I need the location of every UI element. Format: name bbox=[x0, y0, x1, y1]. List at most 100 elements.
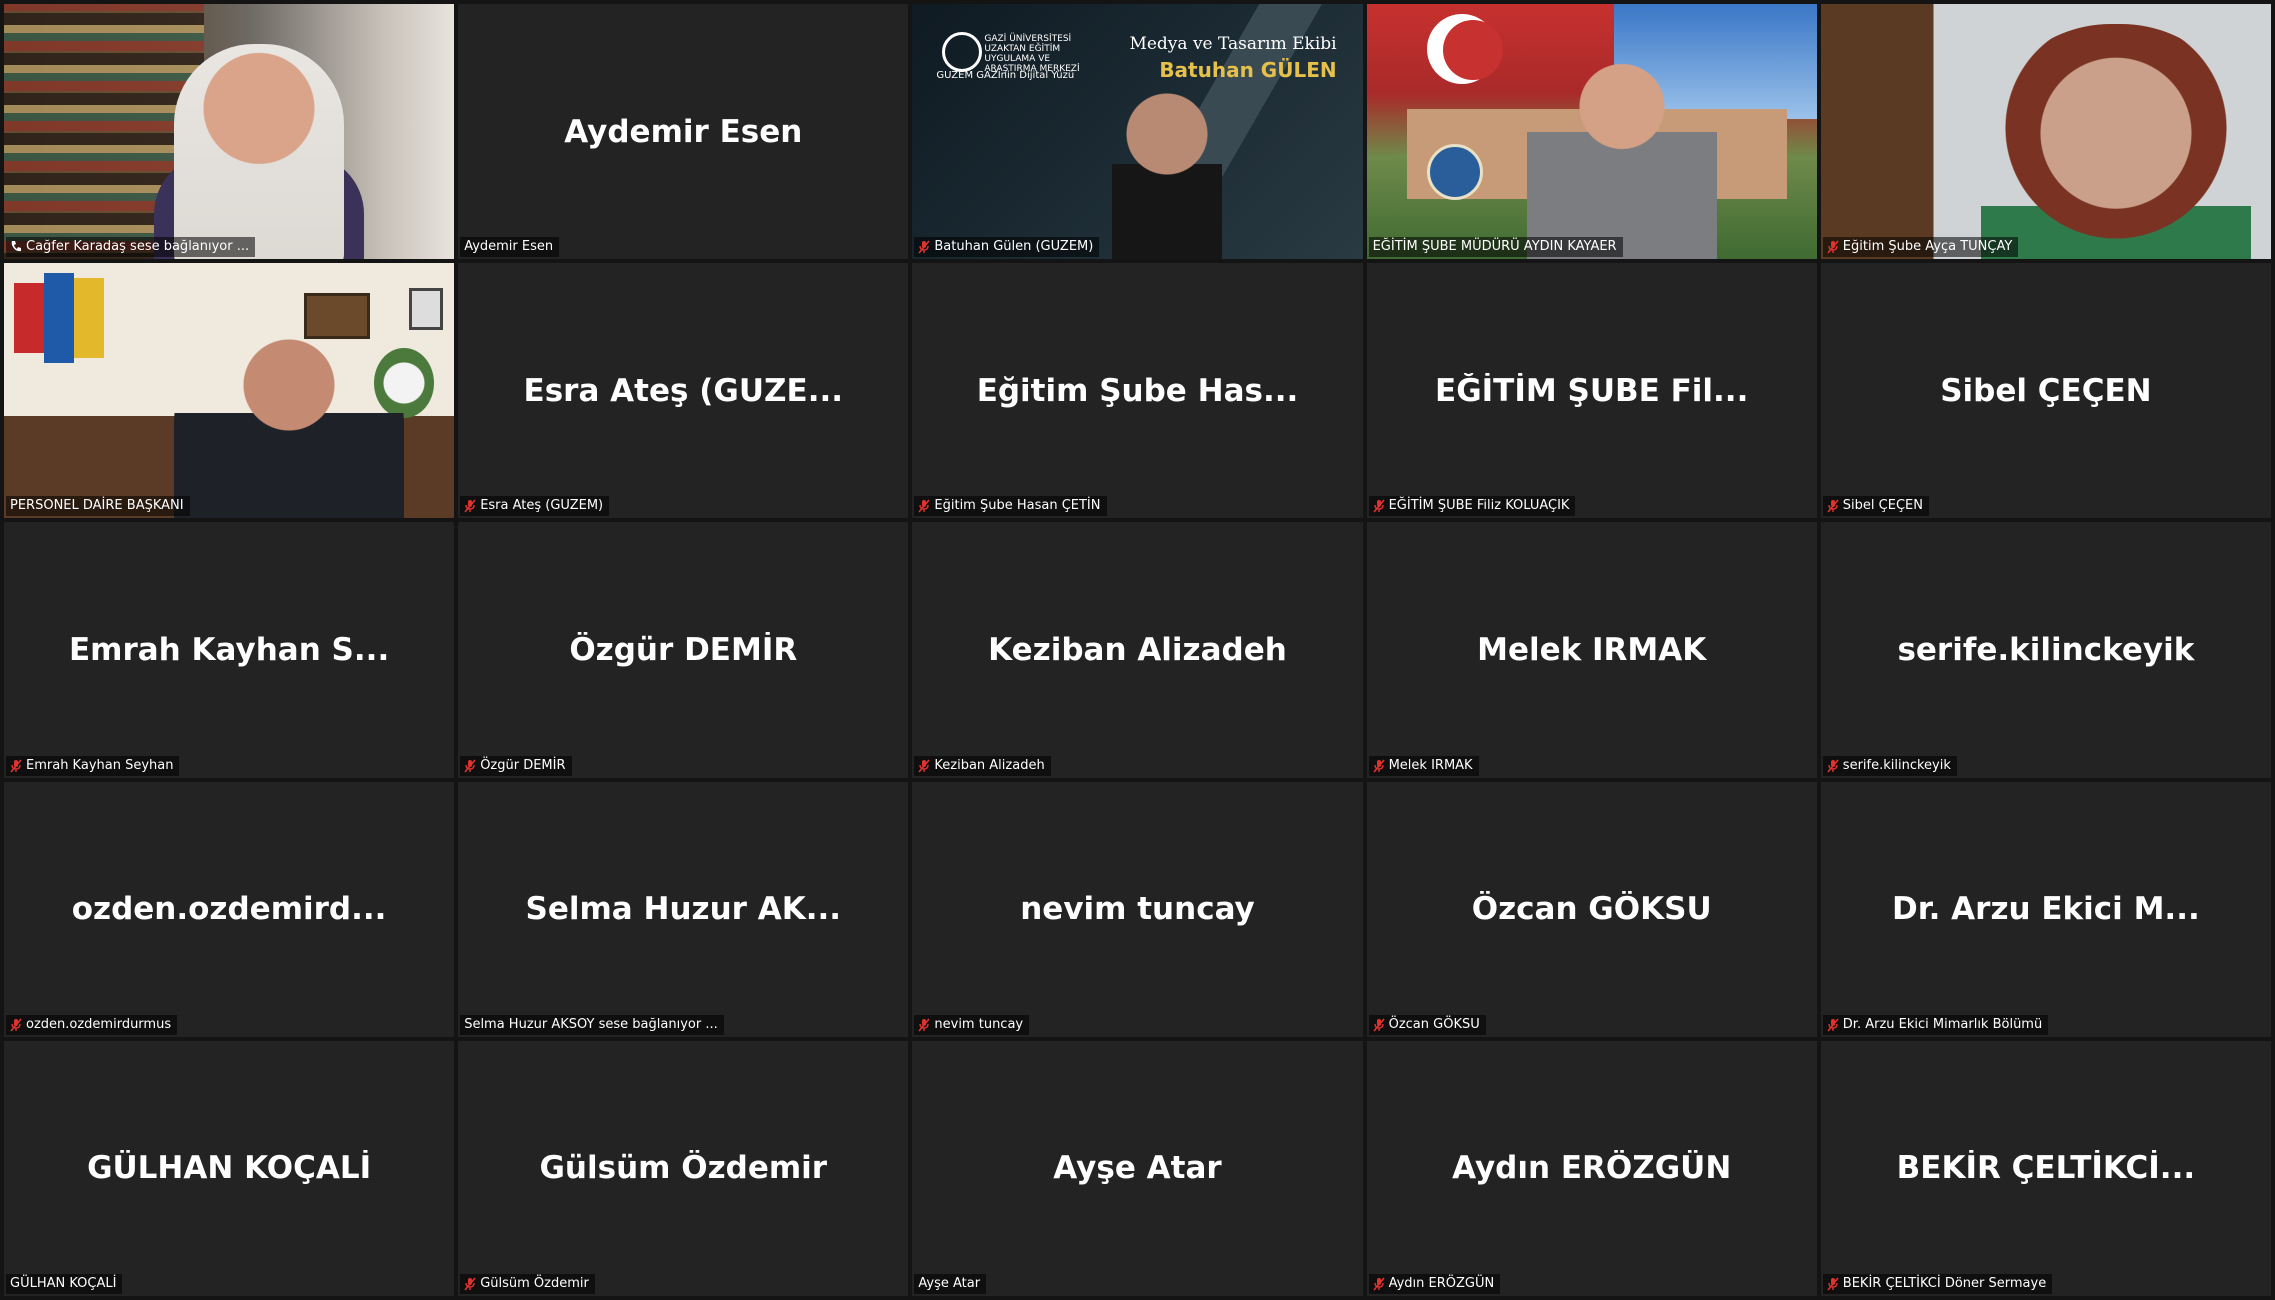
participant-tile[interactable]: Esra Ateş (GUZE... Esra Ateş (GUZEM) bbox=[458, 263, 909, 519]
participant-name-text: Eğitim Şube Hasan ÇETİN bbox=[934, 498, 1101, 514]
participant-name-label: Batuhan Gülen (GUZEM) bbox=[914, 237, 1100, 258]
participant-tile[interactable]: GAZİ ÜNİVERSİTESİ UZAKTAN EĞİTİM UYGULAM… bbox=[912, 4, 1363, 260]
participant-name-label: Sibel ÇEÇEN bbox=[1822, 496, 1929, 517]
participant-video bbox=[1820, 4, 2271, 260]
participant-display-name: Gülsüm Özdemir bbox=[539, 1150, 828, 1187]
participant-name-text: Ayşe Atar bbox=[918, 1275, 981, 1291]
participant-video: GAZİ ÜNİVERSİTESİ UZAKTAN EĞİTİM UYGULAM… bbox=[912, 4, 1363, 260]
participant-name-text: Sibel ÇEÇEN bbox=[1842, 498, 1923, 514]
participant-tile[interactable]: nevim tuncay nevim tuncay bbox=[912, 781, 1363, 1037]
participant-tile[interactable]: Aydın ERÖZGÜN Aydın ERÖZGÜN bbox=[1366, 1040, 1817, 1296]
microphone-muted-icon bbox=[1827, 1277, 1839, 1291]
participant-figure bbox=[1112, 74, 1223, 260]
participant-tile[interactable]: Aydemir Esen Aydemir Esen bbox=[458, 4, 909, 260]
participant-tile[interactable]: PERSONEL DAİRE BAŞKANI bbox=[4, 263, 455, 519]
participant-tile[interactable]: Ayşe Atar Ayşe Atar bbox=[912, 1040, 1363, 1296]
participant-figure bbox=[174, 44, 344, 260]
participant-figure bbox=[174, 333, 404, 519]
participant-name-text: GÜLHAN KOÇALİ bbox=[10, 1275, 117, 1291]
participant-name-label: serife.kilinckeyik bbox=[1822, 755, 1957, 776]
participant-name-label: Eğitim Şube Ayça TUNÇAY bbox=[1822, 237, 2019, 258]
microphone-muted-icon bbox=[10, 1018, 22, 1032]
participant-name-label: Keziban Alizadeh bbox=[914, 755, 1051, 776]
participant-name-text: Keziban Alizadeh bbox=[934, 757, 1045, 773]
participant-name-label: Gülsüm Özdemir bbox=[460, 1273, 595, 1294]
participant-display-name: ozden.ozdemird... bbox=[71, 891, 387, 928]
microphone-muted-icon bbox=[1827, 499, 1839, 513]
participant-display-name: Melek IRMAK bbox=[1477, 631, 1707, 668]
participant-name-text: Gülsüm Özdemir bbox=[480, 1275, 589, 1291]
microphone-muted-icon bbox=[1372, 1018, 1385, 1032]
microphone-muted-icon bbox=[464, 759, 476, 773]
participant-tile[interactable]: Gülsüm Özdemir Gülsüm Özdemir bbox=[458, 1040, 909, 1296]
participant-display-name: Emrah Kayhan S... bbox=[68, 631, 390, 668]
participant-tile[interactable]: Eğitim Şube Has... Eğitim Şube Hasan ÇET… bbox=[912, 263, 1363, 519]
flag-crescent bbox=[1426, 14, 1503, 84]
participant-display-name: EĞİTİM ŞUBE Fil... bbox=[1435, 372, 1749, 409]
participant-name-label: Aydemir Esen bbox=[460, 237, 560, 258]
participant-figure bbox=[1980, 24, 2251, 260]
participant-display-name: Aydın ERÖZGÜN bbox=[1452, 1150, 1732, 1187]
participant-name-text: Özcan GÖKSU bbox=[1388, 1016, 1480, 1032]
participant-tile[interactable]: EĞİTİM ŞUBE Fil... EĞİTİM ŞUBE Filiz KOL… bbox=[1366, 263, 1817, 519]
participant-name-text: Melek IRMAK bbox=[1388, 757, 1473, 773]
participant-tile[interactable]: GÜLHAN KOÇALİ GÜLHAN KOÇALİ bbox=[4, 1040, 455, 1296]
participant-tile[interactable]: Keziban Alizadeh Keziban Alizadeh bbox=[912, 522, 1363, 778]
participant-tile[interactable]: Cağfer Karadaş sese bağlanıyor ... bbox=[4, 4, 455, 260]
microphone-muted-icon bbox=[1372, 1277, 1385, 1291]
participant-display-name: Ayşe Atar bbox=[1053, 1150, 1222, 1187]
participant-video bbox=[4, 4, 455, 260]
participant-display-name: Aydemir Esen bbox=[564, 113, 803, 150]
participant-name-text: Selma Huzur AKSOY sese bağlanıyor ... bbox=[464, 1016, 718, 1032]
participant-tile[interactable]: Emrah Kayhan S... Emrah Kayhan Seyhan bbox=[4, 522, 455, 778]
participant-name-text: EĞİTİM ŞUBE Filiz KOLUAÇIK bbox=[1388, 498, 1570, 514]
participant-tile[interactable]: BEKİR ÇELTİKCİ... BEKİR ÇELTİKCİ Döner S… bbox=[1820, 1040, 2271, 1296]
participant-name-label: Aydın ERÖZGÜN bbox=[1368, 1273, 1501, 1294]
participant-name-text: PERSONEL DAİRE BAŞKANI bbox=[10, 498, 184, 514]
participant-name-text: nevim tuncay bbox=[934, 1016, 1024, 1032]
participant-name-label: nevim tuncay bbox=[914, 1014, 1030, 1035]
participant-name-text: Esra Ateş (GUZEM) bbox=[480, 498, 604, 514]
participant-name-text: Emrah Kayhan Seyhan bbox=[26, 757, 174, 773]
seal-icon bbox=[1426, 144, 1483, 200]
participant-name-label: Özcan GÖKSU bbox=[1368, 1014, 1486, 1035]
participant-name-text: BEKİR ÇELTİKCİ Döner Sermaye bbox=[1842, 1275, 2047, 1291]
participant-figure bbox=[1526, 49, 1717, 260]
participant-name-text: Cağfer Karadaş sese bağlanıyor ... bbox=[26, 239, 250, 255]
participant-name-label: Esra Ateş (GUZEM) bbox=[460, 496, 610, 517]
participant-tile[interactable]: Melek IRMAK Melek IRMAK bbox=[1366, 522, 1817, 778]
participant-display-name: BEKİR ÇELTİKCİ... bbox=[1896, 1150, 2196, 1187]
participant-name-text: Dr. Arzu Ekici Mimarlık Bölümü bbox=[1842, 1016, 2043, 1032]
participant-name-text: Aydın ERÖZGÜN bbox=[1388, 1275, 1495, 1291]
participant-name-label: EĞİTİM ŞUBE Filiz KOLUAÇIK bbox=[1368, 496, 1576, 517]
participant-display-name: Eğitim Şube Has... bbox=[976, 372, 1299, 409]
participant-tile[interactable]: Selma Huzur AK... Selma Huzur AKSOY sese… bbox=[458, 781, 909, 1037]
overlay-title-text: Medya ve Tasarım Ekibi bbox=[1129, 34, 1337, 54]
phone-connecting-icon bbox=[10, 240, 22, 254]
participant-name-text: Aydemir Esen bbox=[464, 239, 554, 255]
flag-background bbox=[44, 273, 74, 364]
participant-name-label: BEKİR ÇELTİKCİ Döner Sermaye bbox=[1822, 1273, 2053, 1294]
participant-display-name: GÜLHAN KOÇALİ bbox=[87, 1150, 372, 1187]
participant-tile[interactable]: Sibel ÇEÇEN Sibel ÇEÇEN bbox=[1820, 263, 2271, 519]
participant-display-name: Esra Ateş (GUZE... bbox=[523, 372, 844, 409]
microphone-muted-icon bbox=[918, 499, 931, 513]
participant-tile[interactable]: ozden.ozdemird... ozden.ozdemirdurmus bbox=[4, 781, 455, 1037]
participant-tile[interactable]: EĞİTİM ŞUBE MÜDÜRÜ AYDIN KAYAER bbox=[1366, 4, 1817, 260]
participant-name-label: Özgür DEMİR bbox=[460, 755, 572, 776]
participant-name-label: Melek IRMAK bbox=[1368, 755, 1479, 776]
participant-tile[interactable]: Eğitim Şube Ayça TUNÇAY bbox=[1820, 4, 2271, 260]
microphone-muted-icon bbox=[464, 1277, 476, 1291]
university-logo-icon bbox=[942, 32, 983, 72]
microphone-muted-icon bbox=[464, 499, 476, 513]
participant-name-label: Dr. Arzu Ekici Mimarlık Bölümü bbox=[1822, 1014, 2049, 1035]
participant-display-name: Keziban Alizadeh bbox=[988, 631, 1287, 668]
participant-tile[interactable]: Dr. Arzu Ekici M... Dr. Arzu Ekici Mimar… bbox=[1820, 781, 2271, 1037]
wall-frame bbox=[409, 288, 443, 331]
participant-tile[interactable]: Özcan GÖKSU Özcan GÖKSU bbox=[1366, 781, 1817, 1037]
participant-name-label: GÜLHAN KOÇALİ bbox=[6, 1273, 123, 1294]
participant-name-label: Eğitim Şube Hasan ÇETİN bbox=[914, 496, 1107, 517]
participant-tile[interactable]: Özgür DEMİR Özgür DEMİR bbox=[458, 522, 909, 778]
participant-tile[interactable]: serife.kilinckeyik serife.kilinckeyik bbox=[1820, 522, 2271, 778]
participant-name-text: Batuhan Gülen (GUZEM) bbox=[934, 239, 1094, 255]
